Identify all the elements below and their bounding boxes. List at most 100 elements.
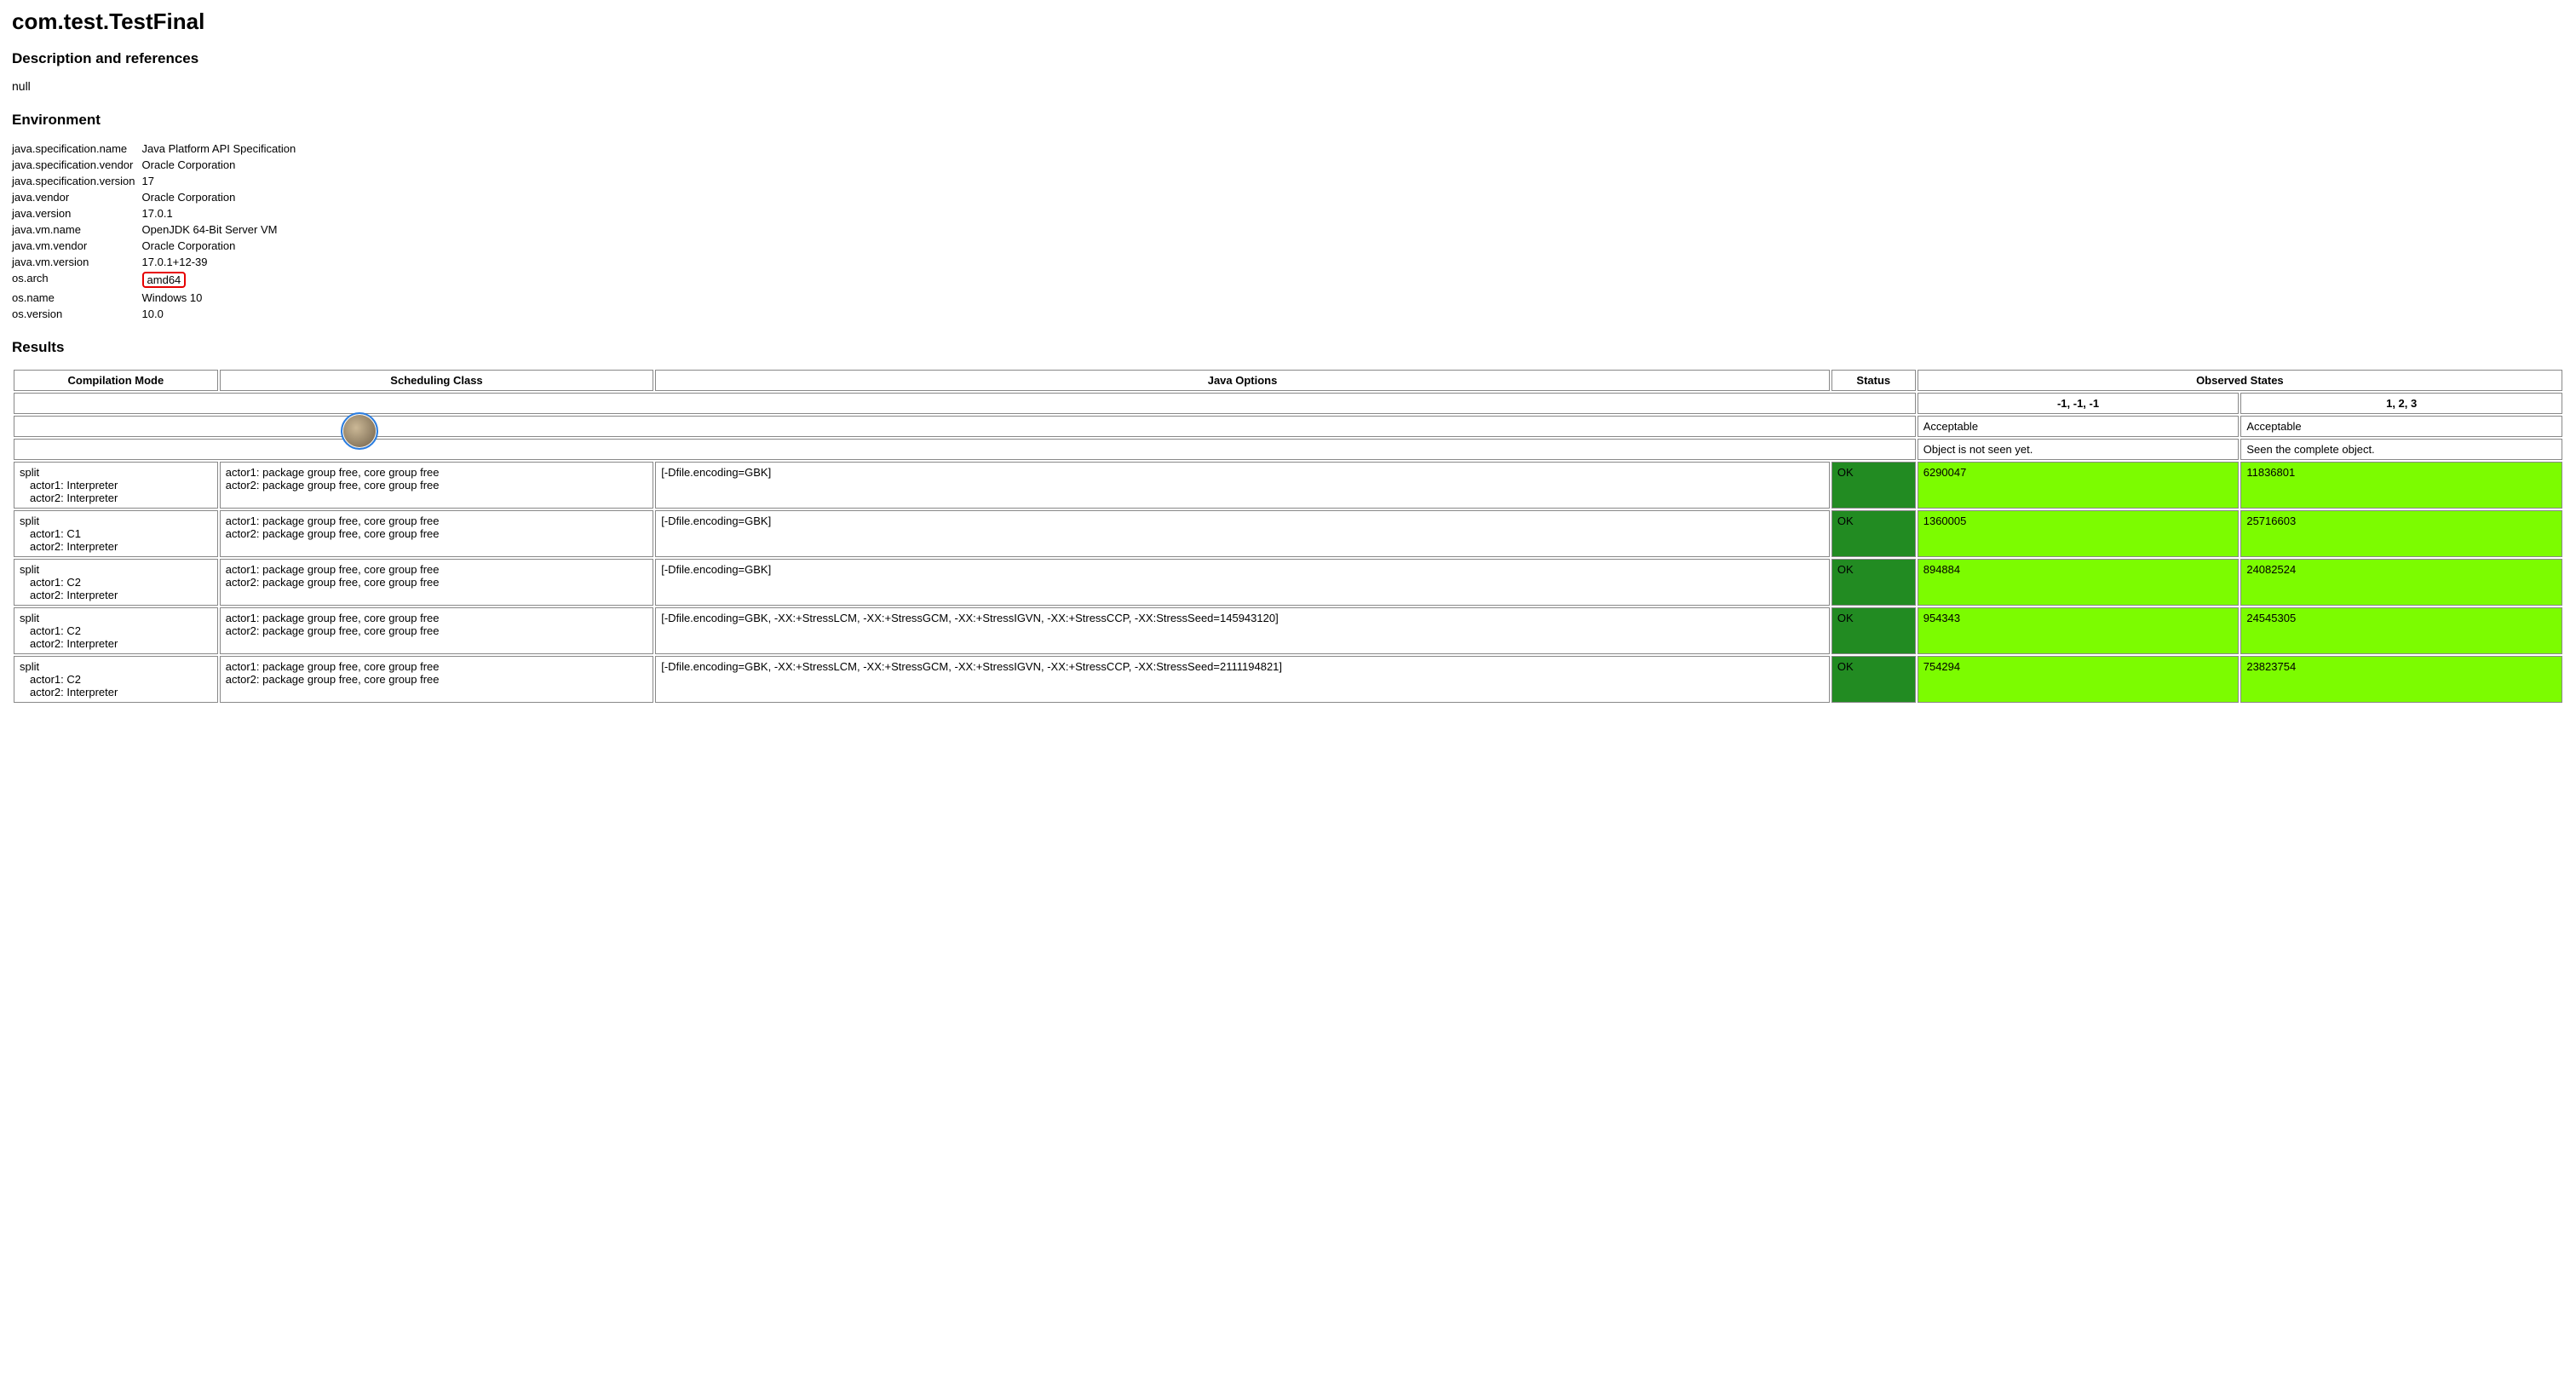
th-compile: Compilation Mode — [14, 370, 218, 391]
env-key: java.vm.name — [12, 221, 142, 238]
cell-status: OK — [1831, 559, 1916, 606]
table-row: splitactor1: C2actor2: Interpreteractor1… — [14, 559, 2562, 606]
obs-acc-1: Acceptable — [2240, 416, 2562, 437]
cell-jopt: [-Dfile.encoding=GBK, -XX:+StressLCM, -X… — [655, 656, 1830, 703]
env-key: java.version — [12, 205, 142, 221]
results-heading: Results — [12, 339, 2564, 356]
env-row: java.vm.vendorOracle Corporation — [12, 238, 302, 254]
obs-desc-1: Seen the complete object. — [2240, 439, 2562, 460]
env-value: 17 — [142, 173, 303, 189]
env-row: java.vm.nameOpenJDK 64-Bit Server VM — [12, 221, 302, 238]
env-row: java.specification.vendorOracle Corporat… — [12, 157, 302, 173]
env-value: Oracle Corporation — [142, 157, 303, 173]
compile-a1: actor1: C1 — [20, 527, 212, 540]
th-spacer1 — [14, 393, 1916, 414]
cell-sched: actor1: package group free, core group f… — [220, 559, 653, 606]
cell-obs-0: 954343 — [1918, 607, 2240, 654]
compile-a2: actor2: Interpreter — [20, 637, 212, 650]
sched-a1: actor1: package group free, core group f… — [226, 563, 440, 576]
page-title: com.test.TestFinal — [12, 9, 2564, 35]
env-row: java.version17.0.1 — [12, 205, 302, 221]
env-row: os.version10.0 — [12, 306, 302, 322]
env-row: java.vm.version17.0.1+12-39 — [12, 254, 302, 270]
env-value: Java Platform API Specification — [142, 141, 303, 157]
sched-a1: actor1: package group free, core group f… — [226, 466, 440, 479]
env-key: java.vendor — [12, 189, 142, 205]
cell-compile: splitactor1: Interpreteractor2: Interpre… — [14, 462, 218, 509]
avatar — [341, 412, 378, 450]
env-row: os.archamd64 — [12, 270, 302, 290]
th-spacer3 — [14, 439, 1916, 460]
cell-status: OK — [1831, 462, 1916, 509]
env-value: 10.0 — [142, 306, 303, 322]
table-row: splitactor1: C2actor2: Interpreteractor1… — [14, 656, 2562, 703]
cell-obs-1: 24545305 — [2240, 607, 2562, 654]
cell-sched: actor1: package group free, core group f… — [220, 462, 653, 509]
obs-desc-0: Object is not seen yet. — [1918, 439, 2240, 460]
env-value: 17.0.1 — [142, 205, 303, 221]
th-obs-sub-0: -1, -1, -1 — [1918, 393, 2240, 414]
cell-jopt: [-Dfile.encoding=GBK] — [655, 559, 1830, 606]
compile-a2: actor2: Interpreter — [20, 686, 212, 698]
cell-jopt: [-Dfile.encoding=GBK, -XX:+StressLCM, -X… — [655, 607, 1830, 654]
cell-obs-0: 754294 — [1918, 656, 2240, 703]
env-key: os.version — [12, 306, 142, 322]
env-row: java.vendorOracle Corporation — [12, 189, 302, 205]
cell-compile: splitactor1: C2actor2: Interpreter — [14, 559, 218, 606]
cell-status: OK — [1831, 607, 1916, 654]
compile-top: split — [20, 660, 39, 673]
environment-table: java.specification.nameJava Platform API… — [12, 141, 302, 322]
env-key: java.specification.name — [12, 141, 142, 157]
cell-obs-1: 11836801 — [2240, 462, 2562, 509]
sched-a1: actor1: package group free, core group f… — [226, 612, 440, 624]
compile-a2: actor2: Interpreter — [20, 492, 212, 504]
compile-a1: actor1: C2 — [20, 624, 212, 637]
table-row: splitactor1: C2actor2: Interpreteractor1… — [14, 607, 2562, 654]
cell-sched: actor1: package group free, core group f… — [220, 510, 653, 557]
compile-top: split — [20, 612, 39, 624]
env-key: os.name — [12, 290, 142, 306]
compile-a2: actor2: Interpreter — [20, 589, 212, 601]
cell-sched: actor1: package group free, core group f… — [220, 656, 653, 703]
env-row: java.specification.nameJava Platform API… — [12, 141, 302, 157]
env-key: java.specification.vendor — [12, 157, 142, 173]
env-key: java.specification.version — [12, 173, 142, 189]
cell-compile: splitactor1: C2actor2: Interpreter — [14, 607, 218, 654]
desc-value: null — [12, 79, 2564, 93]
env-value: amd64 — [142, 270, 303, 290]
sched-a2: actor2: package group free, core group f… — [226, 576, 440, 589]
cell-compile: splitactor1: C1actor2: Interpreter — [14, 510, 218, 557]
env-row: os.nameWindows 10 — [12, 290, 302, 306]
sched-a1: actor1: package group free, core group f… — [226, 660, 440, 673]
env-key: os.arch — [12, 270, 142, 290]
cell-obs-0: 6290047 — [1918, 462, 2240, 509]
sched-a2: actor2: package group free, core group f… — [226, 527, 440, 540]
th-sched: Scheduling Class — [220, 370, 653, 391]
cell-obs-1: 23823754 — [2240, 656, 2562, 703]
cell-obs-1: 25716603 — [2240, 510, 2562, 557]
obs-acc-0: Acceptable — [1918, 416, 2240, 437]
env-row: java.specification.version17 — [12, 173, 302, 189]
results-table: Compilation Mode Scheduling Class Java O… — [12, 368, 2564, 704]
cell-compile: splitactor1: C2actor2: Interpreter — [14, 656, 218, 703]
env-value: Windows 10 — [142, 290, 303, 306]
table-row: splitactor1: Interpreteractor2: Interpre… — [14, 462, 2562, 509]
env-key: java.vm.vendor — [12, 238, 142, 254]
cell-sched: actor1: package group free, core group f… — [220, 607, 653, 654]
env-value: OpenJDK 64-Bit Server VM — [142, 221, 303, 238]
cell-jopt: [-Dfile.encoding=GBK] — [655, 510, 1830, 557]
compile-top: split — [20, 563, 39, 576]
th-spacer2 — [14, 416, 1916, 437]
env-value: Oracle Corporation — [142, 189, 303, 205]
table-row: splitactor1: C1actor2: Interpreteractor1… — [14, 510, 2562, 557]
sched-a1: actor1: package group free, core group f… — [226, 515, 440, 527]
th-obs-sub-1: 1, 2, 3 — [2240, 393, 2562, 414]
cell-obs-0: 894884 — [1918, 559, 2240, 606]
desc-heading: Description and references — [12, 50, 2564, 67]
compile-a1: actor1: C2 — [20, 576, 212, 589]
compile-a2: actor2: Interpreter — [20, 540, 212, 553]
sched-a2: actor2: package group free, core group f… — [226, 673, 440, 686]
compile-top: split — [20, 515, 39, 527]
env-key: java.vm.version — [12, 254, 142, 270]
compile-a1: actor1: C2 — [20, 673, 212, 686]
